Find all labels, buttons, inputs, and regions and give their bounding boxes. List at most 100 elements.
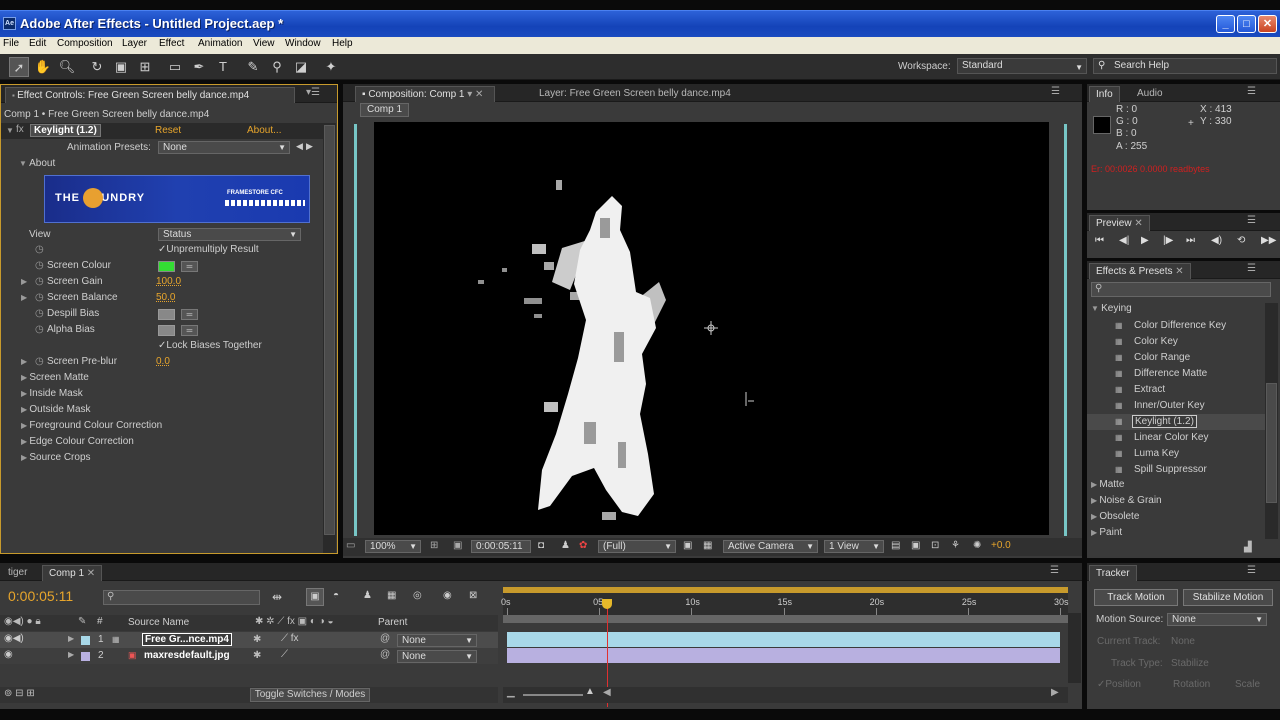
pickwhip-icon[interactable]: @ bbox=[380, 649, 390, 660]
pickwhip-icon[interactable]: @ bbox=[380, 633, 390, 644]
toggle-switches-modes-button[interactable]: Toggle Switches / Modes bbox=[250, 688, 370, 702]
list-item[interactable]: ▦ Inner/Outer Key bbox=[1087, 398, 1267, 414]
about-group[interactable]: ▼ About bbox=[19, 156, 55, 172]
group-screen-matte[interactable]: ▶ Screen Matte bbox=[21, 370, 89, 386]
list-item[interactable]: ▦ Color Difference Key bbox=[1087, 318, 1267, 334]
parent-select[interactable]: None ▼ bbox=[397, 634, 477, 647]
zoom-out-icon[interactable]: ▁ bbox=[507, 687, 515, 698]
live-update-icon[interactable]: ▣ bbox=[306, 588, 324, 606]
stopwatch-icon[interactable]: ◷ bbox=[35, 308, 44, 319]
expand-panes-icon[interactable]: ⊚ ⊟ ⊞ bbox=[4, 688, 35, 699]
tab-audio[interactable]: Audio bbox=[1131, 86, 1169, 102]
screen-preblur-value[interactable]: 0.0 bbox=[156, 354, 170, 370]
grid-icon[interactable]: ⊞ bbox=[430, 540, 438, 551]
visibility-icon[interactable]: ◉ bbox=[4, 649, 13, 660]
label-color-swatch[interactable] bbox=[81, 636, 90, 645]
track-motion-button[interactable]: Track Motion bbox=[1094, 589, 1178, 606]
panel-menu-icon[interactable]: ☰ bbox=[1247, 565, 1256, 576]
pen-tool-icon[interactable]: ✒ bbox=[189, 57, 209, 77]
timeline-timecode[interactable]: 0:00:05:11 bbox=[8, 588, 73, 604]
fx-icon[interactable]: fx bbox=[16, 124, 24, 135]
minimize-button[interactable]: _ bbox=[1216, 15, 1235, 33]
new-folder-icon[interactable]: ▟ bbox=[1244, 542, 1252, 553]
playhead-handle[interactable] bbox=[601, 599, 612, 609]
expand-triangle-icon[interactable]: ▶ bbox=[21, 357, 27, 366]
timeline-scrollbar[interactable] bbox=[1068, 613, 1081, 683]
track-area[interactable]: 0s 05s 10s 15s 20s 25s 30s ▁ ▲ ◀ ▶ bbox=[501, 587, 1069, 707]
visibility-icon[interactable]: ◉◀) bbox=[4, 633, 24, 644]
category-paint[interactable]: ▶ Paint bbox=[1091, 527, 1122, 538]
text-tool-icon[interactable]: T bbox=[213, 57, 233, 77]
alpha-bias-swatch[interactable] bbox=[158, 325, 175, 336]
current-time-display[interactable]: 0:00:05:11 bbox=[471, 540, 531, 553]
stopwatch-icon[interactable]: ◷ bbox=[35, 292, 44, 303]
list-item[interactable]: ▦ Spill Suppressor bbox=[1087, 462, 1267, 478]
list-item[interactable]: ▦ Color Range bbox=[1087, 350, 1267, 366]
eyedropper-icon[interactable]: ═ bbox=[181, 309, 198, 320]
resolution-select[interactable]: (Full) ▼ bbox=[598, 540, 676, 553]
next-frame-icon[interactable]: |▶ bbox=[1163, 235, 1173, 246]
flowchart-icon[interactable]: ⚘ bbox=[951, 540, 960, 551]
scale-checkbox[interactable]: Scale bbox=[1235, 679, 1260, 690]
list-item[interactable]: ▦ Linear Color Key bbox=[1087, 430, 1267, 446]
expand-triangle-icon[interactable]: ▶ bbox=[21, 277, 27, 286]
menu-effect[interactable]: Effect bbox=[159, 38, 184, 49]
category-noise-grain[interactable]: ▶ Noise & Grain bbox=[1091, 495, 1162, 506]
tab-comp[interactable]: Comp 1 ✕ bbox=[42, 565, 103, 581]
group-foreground-colour-correction[interactable]: ▶ Foreground Colour Correction bbox=[21, 418, 162, 434]
panel-menu-icon[interactable]: ☰ bbox=[1247, 263, 1256, 274]
composition-viewer[interactable] bbox=[374, 122, 1049, 535]
loop-icon[interactable]: ⟲ bbox=[1237, 235, 1245, 246]
workspace-select[interactable]: Standard ▼ bbox=[957, 58, 1087, 74]
channel-icon[interactable]: ✿ bbox=[579, 540, 587, 551]
scroll-left-icon[interactable]: ◀ bbox=[603, 687, 611, 698]
menu-composition[interactable]: Composition bbox=[57, 38, 113, 49]
toggle-pixel-aspect-icon[interactable]: ▤ bbox=[891, 540, 900, 551]
maximize-button[interactable]: □ bbox=[1237, 15, 1256, 33]
hand-tool-icon[interactable]: ✋ bbox=[33, 57, 53, 77]
search-help-input[interactable]: ⚲ Search Help bbox=[1093, 58, 1277, 74]
list-item[interactable]: ▦ Extract bbox=[1087, 382, 1267, 398]
transparency-grid-icon[interactable]: ▦ bbox=[703, 540, 712, 551]
list-item[interactable]: ▦ Luma Key bbox=[1087, 446, 1267, 462]
table-row[interactable]: ◉ ▶ 2 ▣ maxresdefault.jpg ✱ ⟋ @ None ▼ bbox=[0, 648, 498, 664]
first-frame-icon[interactable]: ⏮ bbox=[1095, 235, 1104, 246]
menu-animation[interactable]: Animation bbox=[198, 38, 242, 49]
tab-layer[interactable]: Layer: Free Green Screen belly dance.mp4 bbox=[533, 86, 737, 102]
group-outside-mask[interactable]: ▶ Outside Mask bbox=[21, 402, 91, 418]
about-link[interactable]: About... bbox=[247, 125, 281, 136]
tab-preview[interactable]: Preview ✕ bbox=[1089, 215, 1150, 231]
fast-previews-icon[interactable]: ▣ bbox=[683, 540, 692, 551]
brainstorm-icon[interactable]: ◉ bbox=[443, 590, 452, 601]
column-source-name[interactable]: Source Name bbox=[128, 617, 189, 628]
category-keying[interactable]: ▼ Keying bbox=[1091, 303, 1132, 314]
menu-window[interactable]: Window bbox=[285, 38, 321, 49]
selection-tool-icon[interactable]: ➚ bbox=[9, 57, 29, 77]
menu-layer[interactable]: Layer bbox=[122, 38, 147, 49]
last-frame-icon[interactable]: ⏭ bbox=[1186, 235, 1195, 246]
pan-behind-tool-icon[interactable]: ⊞ bbox=[135, 57, 155, 77]
scrollbar-thumb[interactable] bbox=[1266, 383, 1277, 503]
tab-info[interactable]: Info bbox=[1089, 86, 1120, 102]
exposure-value[interactable]: +0.0 bbox=[991, 540, 1011, 551]
scrollbar[interactable] bbox=[323, 123, 336, 553]
parent-select[interactable]: None ▼ bbox=[397, 650, 477, 663]
stopwatch-icon[interactable]: ◷ bbox=[35, 260, 44, 271]
table-row[interactable]: ◉◀) ▶ 1 ▦ Free Gr...nce.mp4 ✱ ⟋ fx @ Non… bbox=[0, 632, 498, 648]
menu-file[interactable]: File bbox=[3, 38, 19, 49]
hide-shy-icon[interactable]: ♟ bbox=[363, 590, 372, 601]
group-source-crops[interactable]: ▶ Source Crops bbox=[21, 450, 91, 466]
shy-switch-icon[interactable]: ✱ bbox=[253, 634, 261, 645]
stabilize-motion-button[interactable]: Stabilize Motion bbox=[1183, 589, 1273, 606]
comp-subtab[interactable]: Comp 1 bbox=[360, 103, 410, 117]
tab-tiger[interactable]: tiger bbox=[2, 565, 33, 581]
comp-flowchart-icon[interactable]: ⊡ bbox=[931, 540, 939, 551]
animation-presets-select[interactable]: None ▼ bbox=[158, 141, 290, 154]
scrollbar-thumb[interactable] bbox=[324, 125, 335, 535]
quality-switch-icon[interactable]: ⟋ bbox=[281, 649, 288, 660]
panel-menu-icon[interactable]: ☰ bbox=[1247, 86, 1256, 97]
reset-link[interactable]: Reset bbox=[155, 125, 181, 136]
zoom-in-icon[interactable]: ▲ bbox=[585, 686, 595, 697]
collapse-triangle-icon[interactable]: ▼ bbox=[6, 126, 14, 135]
region-icon[interactable]: ▣ bbox=[453, 540, 462, 551]
